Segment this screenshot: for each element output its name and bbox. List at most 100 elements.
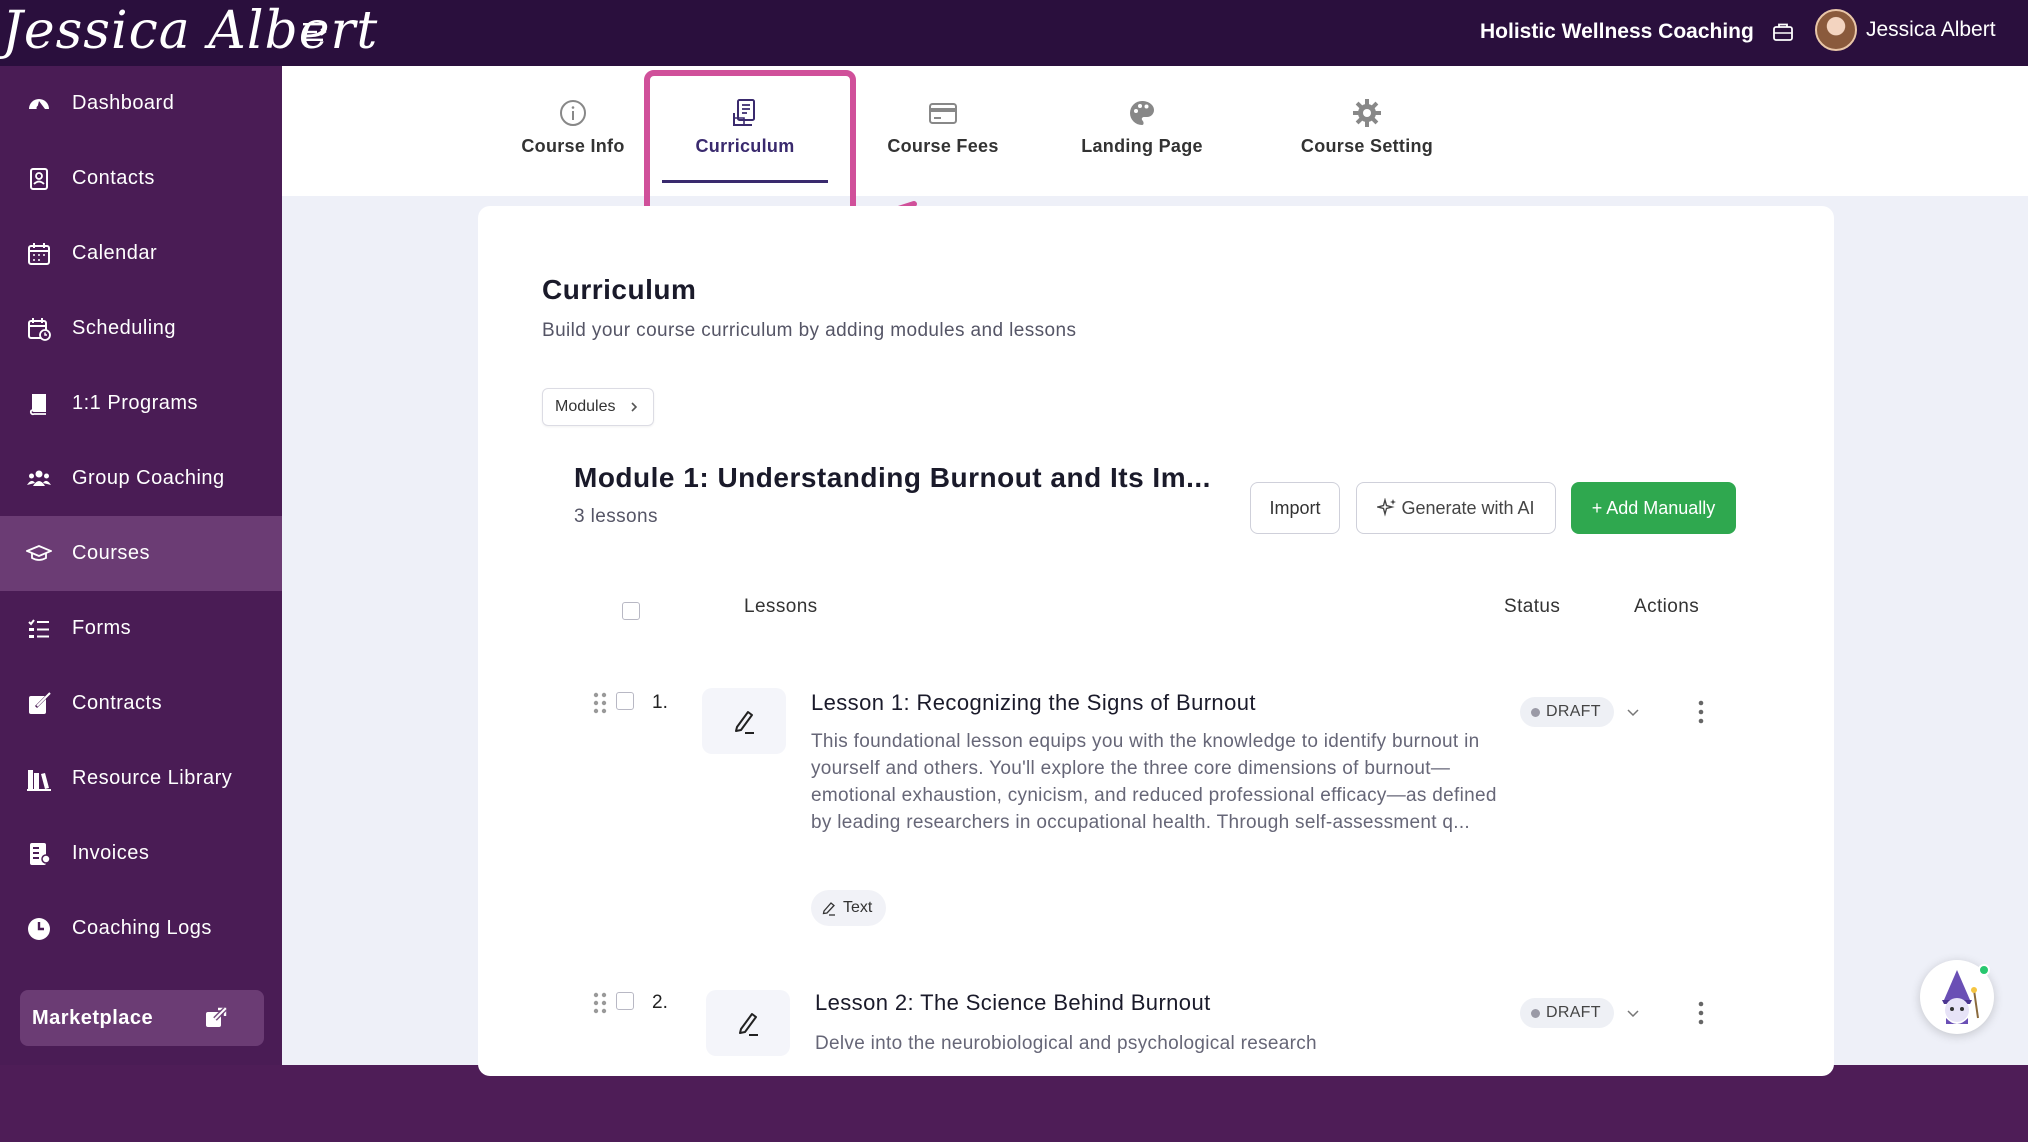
gear-icon [1353,99,1381,127]
select-all-checkbox[interactable] [622,602,640,620]
book-icon [29,393,46,415]
briefcase-icon[interactable] [1772,21,1794,43]
sidebar-item-label: Scheduling [72,317,176,339]
lesson-description: This foundational lesson equips you with… [811,731,1497,833]
sidebar-item-resource-library[interactable]: Resource Library [0,741,282,816]
course-tabs: Course Info Curriculum Course Fees Landi… [282,66,2028,196]
sidebar-item-label: Calendar [72,242,158,264]
online-status-dot [1978,964,1990,976]
credit-card-icon [929,103,957,124]
marketplace-button[interactable]: Marketplace [20,990,264,1046]
sidebar-item-group-coaching[interactable]: Group Coaching [0,441,282,516]
lesson-type-badge: Text [811,890,887,926]
tab-label: Course Fees [887,136,999,156]
tab-label: Course Info [521,136,625,156]
contract-icon [29,691,51,714]
group-icon [27,470,51,486]
sidebar-item-programs[interactable]: 1:1 Programs [0,366,282,441]
generate-with-ai-button[interactable]: Generate with AI [1356,482,1556,534]
lesson-title[interactable]: Lesson 1: Recognizing the Signs of Burno… [811,690,1256,716]
top-bar: Jessica Albert Holistic Wellness Coachin… [0,0,2028,66]
status-dot [1531,708,1540,717]
tab-label: Course Setting [1300,136,1434,156]
status-label: DRAFT [1546,703,1601,720]
sidebar-item-coaching-logs[interactable]: Coaching Logs [0,891,282,966]
sidebar-item-dashboard[interactable]: Dashboard [0,66,282,141]
status-badge[interactable]: DRAFT [1520,998,1614,1028]
invoice-icon [30,842,51,865]
drag-handle-icon[interactable] [592,992,608,1014]
status-badge[interactable]: DRAFT [1520,697,1614,727]
contacts-icon [30,167,48,190]
sidebar-item-contracts[interactable]: Contracts [0,666,282,741]
module-lesson-count: 3 lessons [574,506,658,527]
sparkle-icon [1377,498,1397,517]
organization-name[interactable]: Holistic Wellness Coaching [1480,20,1754,44]
lesson-type-label: Text [843,899,873,916]
status-label: DRAFT [1546,1004,1601,1021]
user-name[interactable]: Jessica Albert [1866,18,1996,42]
marketplace-label: Marketplace [32,1006,154,1029]
tab-course-fees[interactable]: Course Fees [878,98,1008,188]
external-link-icon [206,1007,227,1027]
sidebar-item-label: Coaching Logs [72,917,212,939]
palette-icon [1130,101,1154,125]
breadcrumb-label: Modules [555,398,616,415]
add-label: + Add Manually [1591,497,1716,518]
forms-icon [28,618,49,638]
import-button[interactable]: Import [1250,482,1340,534]
sidebar-item-contacts[interactable]: Contacts [0,141,282,216]
chevron-down-icon[interactable] [1626,705,1640,719]
sidebar-item-label: Courses [72,542,150,564]
clock-icon [28,917,50,940]
sidebar-item-invoices[interactable]: Invoices [0,816,282,891]
generate-label: Generate with AI [1401,497,1535,518]
status-dot [1531,1009,1540,1018]
page-subtitle: Build your course curriculum by adding m… [542,320,1077,341]
lesson-checkbox[interactable] [616,992,634,1010]
breadcrumb-modules[interactable]: Modules [542,388,655,426]
sidebar-item-forms[interactable]: Forms [0,591,282,666]
lesson-checkbox[interactable] [616,692,634,710]
lesson-title[interactable]: Lesson 2: The Science Behind Burnout [815,990,1211,1016]
chevron-right-icon [631,402,638,412]
dashboard-icon [29,98,49,110]
chevron-down-icon[interactable] [1626,1006,1640,1020]
curriculum-card: Curriculum Build your course curriculum … [478,206,1834,1076]
tab-label: Landing Page [1081,136,1203,156]
tab-course-setting[interactable]: Course Setting [1292,98,1442,188]
pencil-icon [735,711,754,734]
pencil-icon [822,902,835,916]
sidebar-item-label: 1:1 Programs [72,392,199,414]
sidebar-item-calendar[interactable]: Calendar [0,216,282,291]
sidebar-item-label: Group Coaching [72,467,225,489]
tab-landing-page[interactable]: Landing Page [1074,98,1210,188]
graduation-cap-icon [26,544,52,561]
library-icon [27,769,51,791]
sidebar-item-label: Forms [72,617,132,639]
sidebar-item-label: Contacts [72,167,155,189]
sidebar-item-scheduling[interactable]: Scheduling [0,291,282,366]
pencil-icon [739,1013,758,1036]
sidebar-item-label: Dashboard [72,92,175,114]
ai-assistant-button[interactable] [1920,960,1994,1034]
more-actions-icon[interactable] [1697,700,1705,724]
lesson-number: 2. [652,992,668,1013]
add-manually-button[interactable]: + Add Manually [1571,482,1736,534]
scheduling-icon [28,317,51,341]
info-icon [560,100,586,126]
sidebar-item-label: Resource Library [72,767,233,789]
page-title: Curriculum [542,274,697,305]
lesson-number: 1. [652,692,668,713]
sidebar-toggle-icon[interactable] [302,20,328,44]
tab-course-info[interactable]: Course Info [508,98,638,188]
calendar-icon [28,242,50,265]
drag-handle-icon[interactable] [592,692,608,714]
sidebar-item-courses[interactable]: Courses [0,516,282,591]
lesson-type-tile [702,688,786,754]
user-avatar[interactable] [1815,9,1857,51]
lesson-description: Delve into the neurobiological and psych… [815,1033,1317,1054]
column-header-actions: Actions [1634,596,1700,617]
import-label: Import [1269,497,1321,518]
more-actions-icon[interactable] [1697,1001,1705,1025]
